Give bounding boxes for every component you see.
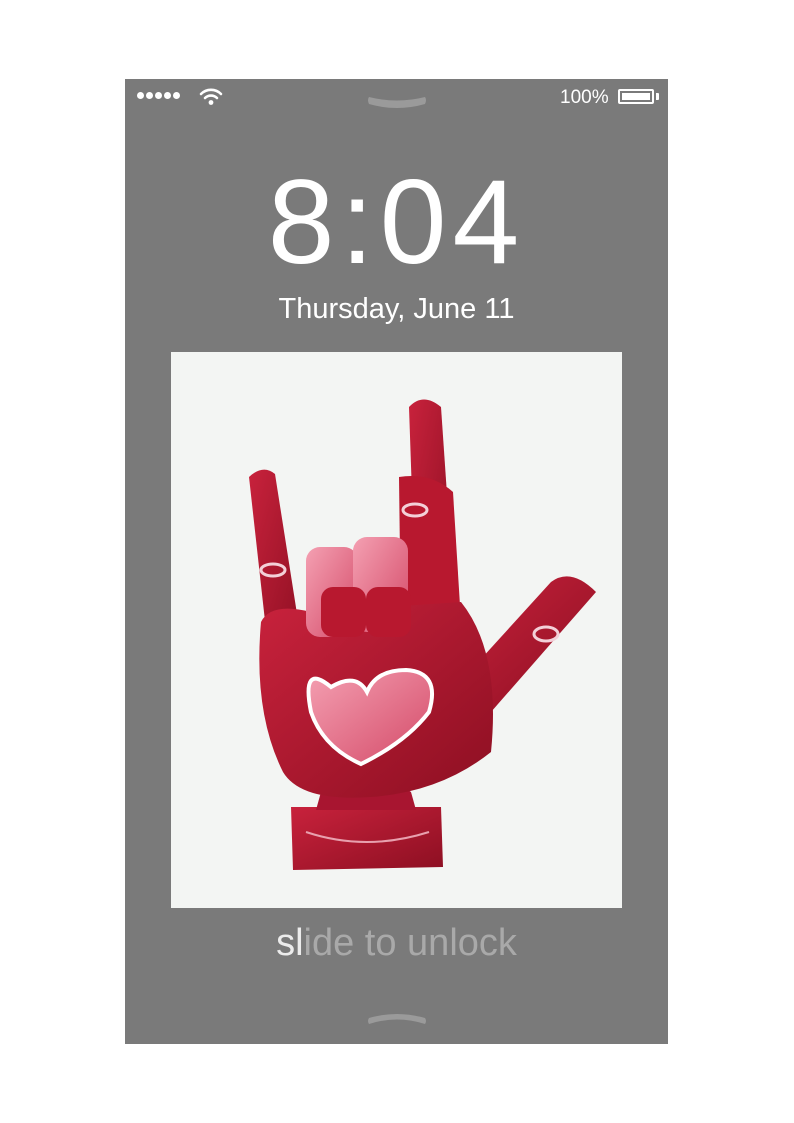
clock-time: 8:04 bbox=[267, 155, 526, 289]
slide-hint-highlight: sl bbox=[276, 922, 304, 964]
wallpaper-image bbox=[171, 352, 622, 908]
hand-heart-sculpture-image bbox=[249, 399, 596, 870]
date-label: Thursday, June 11 bbox=[278, 293, 515, 325]
battery-icon bbox=[618, 89, 654, 104]
battery-cap bbox=[656, 93, 659, 100]
wifi-icon bbox=[199, 88, 223, 105]
slide-to-unlock-label[interactable]: slide to unlock bbox=[125, 922, 668, 965]
signal-dots-icon bbox=[137, 92, 180, 99]
camera-handle-bottom[interactable] bbox=[365, 1012, 429, 1030]
battery-percent: 100% bbox=[560, 87, 609, 108]
lock-screen: 100% 8:04 Thursday, June 11 slide to unl… bbox=[125, 79, 668, 1044]
slide-hint-rest: ide to unlock bbox=[303, 922, 517, 964]
control-center-handle-top[interactable] bbox=[365, 92, 429, 110]
status-bar: 100% bbox=[125, 79, 668, 115]
